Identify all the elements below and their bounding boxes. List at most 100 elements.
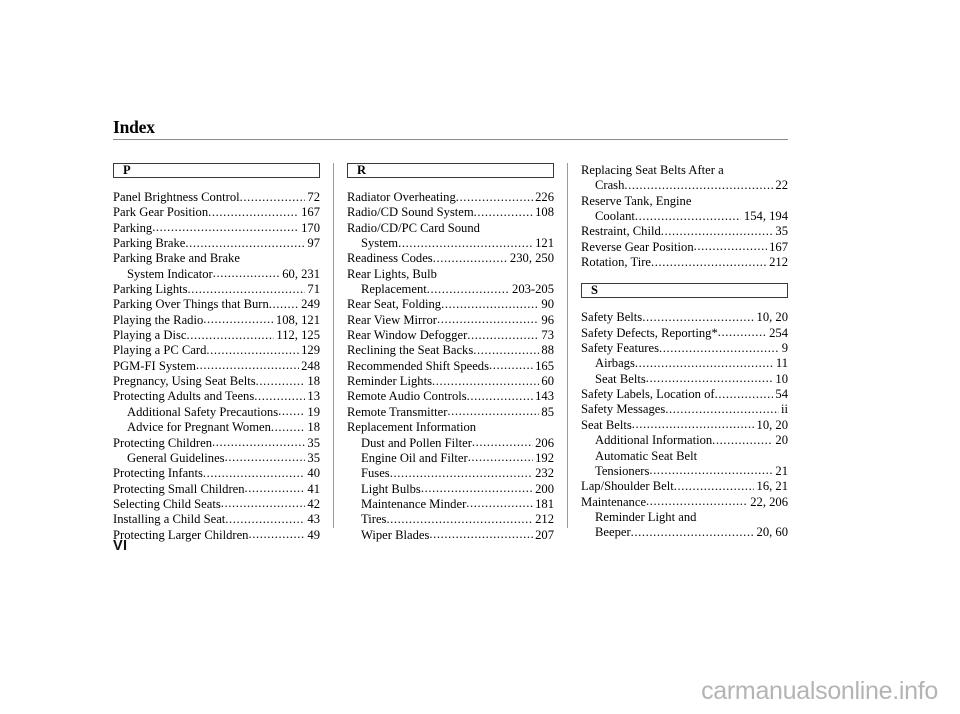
index-entry[interactable]: Pregnancy, Using Seat Belts 18 <box>113 374 320 389</box>
dot-leader <box>225 512 305 527</box>
index-entry-page: 73 <box>541 328 554 343</box>
index-entry-page: 13 <box>307 389 320 404</box>
index-entry-label: Parking Over Things that Burn <box>113 297 269 312</box>
index-entry[interactable]: Parking Lights 71 <box>113 282 320 297</box>
index-entry[interactable]: Reverse Gear Position 167 <box>581 240 788 255</box>
column-gap-1 <box>320 163 347 528</box>
index-entry-label: Remote Audio Controls <box>347 389 467 404</box>
dot-leader <box>271 420 305 435</box>
index-entry[interactable]: Radiator Overheating 226 <box>347 190 554 205</box>
index-entry[interactable]: Crash 22 <box>581 178 788 193</box>
index-entry[interactable]: Replacement 203-205 <box>347 282 554 297</box>
index-entry[interactable]: Additional Safety Precautions 19 <box>113 405 320 420</box>
index-entry[interactable]: Wiper Blades 207 <box>347 528 554 543</box>
dot-leader <box>208 205 298 220</box>
dot-leader <box>212 436 305 451</box>
index-entry-page: 88 <box>541 343 554 358</box>
index-entry[interactable]: Protecting Adults and Teens 13 <box>113 389 320 404</box>
index-entry[interactable]: Installing a Child Seat 43 <box>113 512 320 527</box>
index-entry[interactable]: Automatic Seat Belt <box>581 449 788 464</box>
column-gap-2 <box>554 163 581 528</box>
index-entry[interactable]: Safety Labels, Location of 54 <box>581 387 788 402</box>
index-entry[interactable]: Parking Brake 97 <box>113 236 320 251</box>
index-entry[interactable]: Fuses 232 <box>347 466 554 481</box>
dot-leader <box>225 451 305 466</box>
index-entry[interactable]: Parking Over Things that Burn 249 <box>113 297 320 312</box>
index-entry[interactable]: Dust and Pollen Filter 206 <box>347 436 554 451</box>
index-entry[interactable]: Replacement Information <box>347 420 554 435</box>
index-entry[interactable]: Safety Messages ii <box>581 402 788 417</box>
index-entry[interactable]: Radio/CD/PC Card Sound <box>347 221 554 236</box>
index-entry-page: 143 <box>535 389 554 404</box>
index-entry[interactable]: Radio/CD Sound System 108 <box>347 205 554 220</box>
index-entry[interactable]: Additional Information 20 <box>581 433 788 448</box>
index-entry[interactable]: Engine Oil and Filter 192 <box>347 451 554 466</box>
index-entry-label: Restraint, Child <box>581 224 661 239</box>
index-entry-label: Pregnancy, Using Seat Belts <box>113 374 256 389</box>
index-entry[interactable]: Tires 212 <box>347 512 554 527</box>
dot-leader <box>206 343 298 358</box>
index-entry[interactable]: Rear View Mirror 96 <box>347 313 554 328</box>
index-entry[interactable]: Rear Window Defogger 73 <box>347 328 554 343</box>
index-entry-page: 42 <box>307 496 320 511</box>
index-entry[interactable]: Remote Audio Controls 143 <box>347 389 554 404</box>
index-entry[interactable]: Panel Brightness Control 72 <box>113 190 320 205</box>
index-entry[interactable]: Safety Features 9 <box>581 341 788 356</box>
index-entry[interactable]: PGM-FI System 248 <box>113 359 320 374</box>
index-entry[interactable]: Readiness Codes 230, 250 <box>347 251 554 266</box>
index-entry[interactable]: Playing the Radio 108, 121 <box>113 313 320 328</box>
index-entry[interactable]: Airbags 11 <box>581 356 788 371</box>
dot-leader <box>203 313 273 328</box>
index-entry-page: 21 <box>775 463 788 478</box>
index-entry[interactable]: Replacing Seat Belts After a <box>581 163 788 178</box>
index-entry[interactable]: Tensioners 21 <box>581 464 788 479</box>
index-entry[interactable]: Seat Belts 10, 20 <box>581 418 788 433</box>
index-entry-page: 11 <box>775 356 788 371</box>
index-entry-page: 108, 121 <box>275 312 320 327</box>
index-entry[interactable]: Protecting Children 35 <box>113 436 320 451</box>
index-entry[interactable]: Safety Defects, Reporting* 254 <box>581 326 788 341</box>
index-entry[interactable]: Rear Seat, Folding 90 <box>347 297 554 312</box>
index-entry[interactable]: Playing a Disc 112, 125 <box>113 328 320 343</box>
index-entry-label: Advice for Pregnant Women <box>127 420 271 435</box>
index-entry[interactable]: Protecting Small Children 41 <box>113 482 320 497</box>
index-entry[interactable]: Rotation, Tire 212 <box>581 255 788 270</box>
index-entry[interactable]: Rear Lights, Bulb <box>347 267 554 282</box>
index-entry[interactable]: Light Bulbs 200 <box>347 482 554 497</box>
dot-leader <box>659 341 779 356</box>
index-column-2: RRadiator Overheating226Radio/CD Sound S… <box>347 163 554 542</box>
index-entry[interactable]: Protecting Larger Children 49 <box>113 528 320 543</box>
index-entry[interactable]: Playing a PC Card 129 <box>113 343 320 358</box>
index-entry[interactable]: Parking 170 <box>113 221 320 236</box>
index-entry-page: 19 <box>307 404 320 419</box>
index-entry[interactable]: Maintenance 22, 206 <box>581 495 788 510</box>
index-entry[interactable]: System Indicator 60, 231 <box>113 267 320 282</box>
dot-leader <box>635 209 742 224</box>
index-entry[interactable]: Lap/Shoulder Belt 16, 21 <box>581 479 788 494</box>
index-entry[interactable]: System 121 <box>347 236 554 251</box>
index-entry[interactable]: Seat Belts 10 <box>581 372 788 387</box>
index-entry[interactable]: Recommended Shift Speeds 165 <box>347 359 554 374</box>
index-entry[interactable]: Remote Transmitter 85 <box>347 405 554 420</box>
index-entry[interactable]: Advice for Pregnant Women 18 <box>113 420 320 435</box>
index-entry[interactable]: Reminder Light and <box>581 510 788 525</box>
index-entry-label: Beeper <box>595 525 631 540</box>
index-entry[interactable]: Maintenance Minder 181 <box>347 497 554 512</box>
index-entry[interactable]: General Guidelines 35 <box>113 451 320 466</box>
dot-leader <box>398 236 533 251</box>
index-entry[interactable]: Protecting Infants 40 <box>113 466 320 481</box>
index-entry[interactable]: Coolant 154, 194 <box>581 209 788 224</box>
index-entry-page: 9 <box>781 341 788 356</box>
index-entry[interactable]: Reclining the Seat Backs 88 <box>347 343 554 358</box>
index-entry[interactable]: Beeper 20, 60 <box>581 525 788 540</box>
page-number: VI <box>113 538 128 554</box>
index-entry[interactable]: Parking Brake and Brake <box>113 251 320 266</box>
index-entry-label: Light Bulbs <box>361 481 421 496</box>
index-entry[interactable]: Reminder Lights 60 <box>347 374 554 389</box>
index-entry[interactable]: Reserve Tank, Engine <box>581 194 788 209</box>
index-entry[interactable]: Safety Belts 10, 20 <box>581 310 788 325</box>
index-entry[interactable]: Park Gear Position 167 <box>113 205 320 220</box>
index-entry[interactable]: Restraint, Child 35 <box>581 224 788 239</box>
index-entry-page: 167 <box>769 239 788 254</box>
index-entry[interactable]: Selecting Child Seats 42 <box>113 497 320 512</box>
